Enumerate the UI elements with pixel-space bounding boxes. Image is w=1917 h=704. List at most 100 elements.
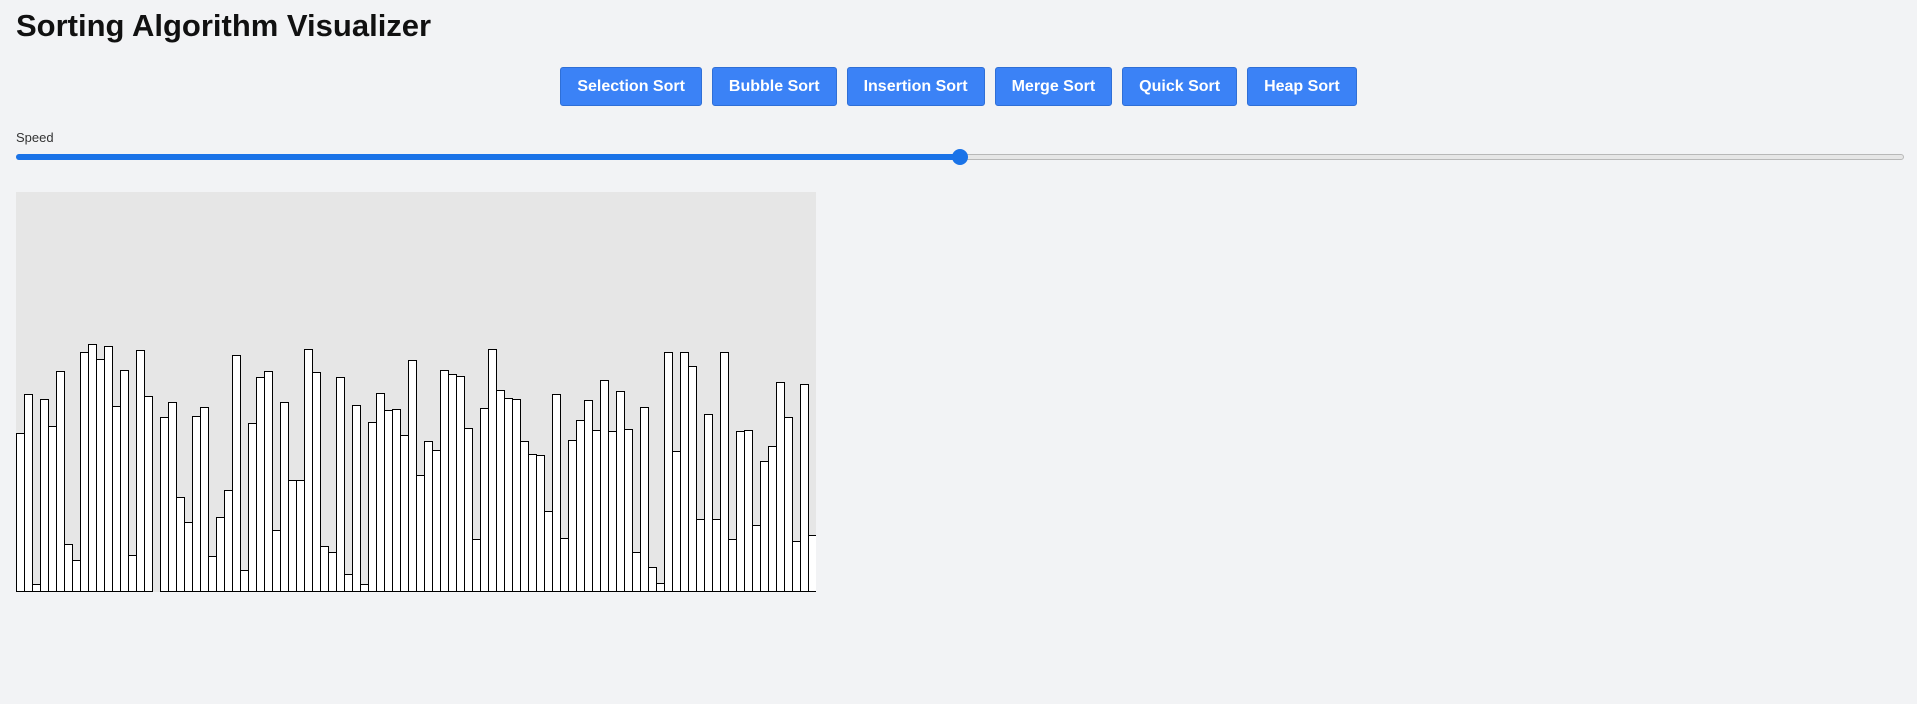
array-bar bbox=[160, 417, 169, 592]
array-bar bbox=[760, 461, 769, 592]
array-bar bbox=[736, 431, 745, 592]
array-bar bbox=[488, 349, 497, 592]
array-bar bbox=[360, 584, 369, 592]
array-bar bbox=[320, 546, 329, 592]
array-bar bbox=[480, 408, 489, 592]
array-bar bbox=[440, 370, 449, 592]
array-bar bbox=[104, 346, 113, 592]
array-bar bbox=[312, 372, 321, 592]
array-bar bbox=[664, 352, 673, 592]
speed-slider[interactable] bbox=[16, 149, 1904, 165]
array-bar bbox=[208, 556, 217, 592]
array-bar bbox=[712, 519, 721, 592]
array-bar bbox=[528, 454, 537, 592]
array-bar bbox=[432, 450, 441, 592]
array-bar bbox=[184, 522, 193, 592]
page: Sorting Algorithm Visualizer Selection S… bbox=[0, 0, 1917, 704]
array-bar bbox=[384, 410, 393, 592]
array-bar bbox=[328, 552, 337, 592]
array-bar bbox=[280, 402, 289, 592]
array-bar bbox=[504, 398, 513, 592]
array-bar bbox=[656, 583, 665, 592]
array-bar bbox=[584, 400, 593, 592]
speed-label: Speed bbox=[16, 130, 54, 145]
array-bar bbox=[176, 497, 185, 592]
array-bar bbox=[96, 359, 105, 592]
array-bar bbox=[424, 441, 433, 592]
array-bar bbox=[344, 574, 353, 592]
array-bar bbox=[744, 430, 753, 592]
array-bar bbox=[376, 393, 385, 592]
array-bar bbox=[520, 441, 529, 592]
selection-sort-button[interactable]: Selection Sort bbox=[560, 67, 702, 106]
array-bar bbox=[576, 420, 585, 592]
bubble-sort-button[interactable]: Bubble Sort bbox=[711, 67, 837, 106]
array-bar bbox=[392, 409, 401, 592]
array-bar bbox=[688, 366, 697, 592]
array-bar bbox=[48, 426, 57, 592]
array-bar bbox=[120, 370, 129, 592]
algorithm-button-row: Selection Sort Bubble Sort Insertion Sor… bbox=[0, 67, 1917, 106]
array-bar bbox=[16, 433, 25, 592]
array-bar bbox=[40, 399, 49, 592]
array-bar bbox=[448, 374, 457, 592]
array-bar bbox=[32, 584, 41, 592]
heap-sort-button[interactable]: Heap Sort bbox=[1247, 67, 1357, 106]
array-bar bbox=[256, 377, 265, 592]
array-bar bbox=[608, 431, 617, 592]
array-bar bbox=[400, 435, 409, 592]
array-bar bbox=[416, 475, 425, 592]
array-bar bbox=[288, 480, 297, 592]
array-bar bbox=[616, 391, 625, 592]
array-bar bbox=[648, 567, 657, 592]
array-bar bbox=[720, 352, 729, 592]
bars-chart bbox=[16, 344, 816, 592]
array-bar bbox=[496, 390, 505, 592]
array-bar bbox=[336, 377, 345, 592]
speed-slider-thumb[interactable] bbox=[952, 149, 968, 165]
array-bar bbox=[128, 555, 137, 592]
array-bar bbox=[560, 538, 569, 592]
array-bar bbox=[232, 355, 241, 592]
array-bar bbox=[200, 407, 209, 592]
array-bar bbox=[80, 352, 89, 592]
array-bar bbox=[112, 406, 121, 592]
array-bar bbox=[552, 394, 561, 592]
array-bar bbox=[472, 539, 481, 592]
array-bar bbox=[640, 407, 649, 592]
array-bar bbox=[464, 428, 473, 592]
array-bar bbox=[216, 517, 225, 592]
array-bar bbox=[168, 402, 177, 592]
array-bar bbox=[408, 360, 417, 592]
array-bar bbox=[272, 530, 281, 592]
array-bar bbox=[792, 541, 801, 592]
array-bar bbox=[696, 519, 705, 592]
array-bar bbox=[264, 371, 273, 592]
array-bar bbox=[192, 416, 201, 592]
array-bar bbox=[72, 560, 81, 592]
array-bar bbox=[352, 405, 361, 592]
array-bar bbox=[64, 544, 73, 592]
merge-sort-button[interactable]: Merge Sort bbox=[994, 67, 1113, 106]
array-bar bbox=[704, 414, 713, 592]
page-title: Sorting Algorithm Visualizer bbox=[16, 8, 432, 43]
array-bar bbox=[728, 539, 737, 592]
array-bar bbox=[632, 552, 641, 592]
array-bar bbox=[768, 446, 777, 592]
insertion-sort-button[interactable]: Insertion Sort bbox=[846, 67, 985, 106]
array-bar bbox=[88, 344, 97, 592]
array-bar bbox=[672, 451, 681, 592]
array-bar bbox=[544, 511, 553, 592]
array-bar bbox=[136, 350, 145, 592]
array-bar bbox=[808, 535, 816, 592]
array-bar bbox=[304, 349, 313, 592]
array-bar bbox=[456, 376, 465, 592]
array-bar bbox=[784, 417, 793, 592]
array-bar bbox=[24, 394, 33, 592]
quick-sort-button[interactable]: Quick Sort bbox=[1122, 67, 1238, 106]
array-bar bbox=[224, 490, 233, 592]
array-bar bbox=[680, 352, 689, 592]
array-bar bbox=[240, 570, 249, 592]
array-bar bbox=[144, 396, 153, 592]
array-bar bbox=[248, 423, 257, 592]
